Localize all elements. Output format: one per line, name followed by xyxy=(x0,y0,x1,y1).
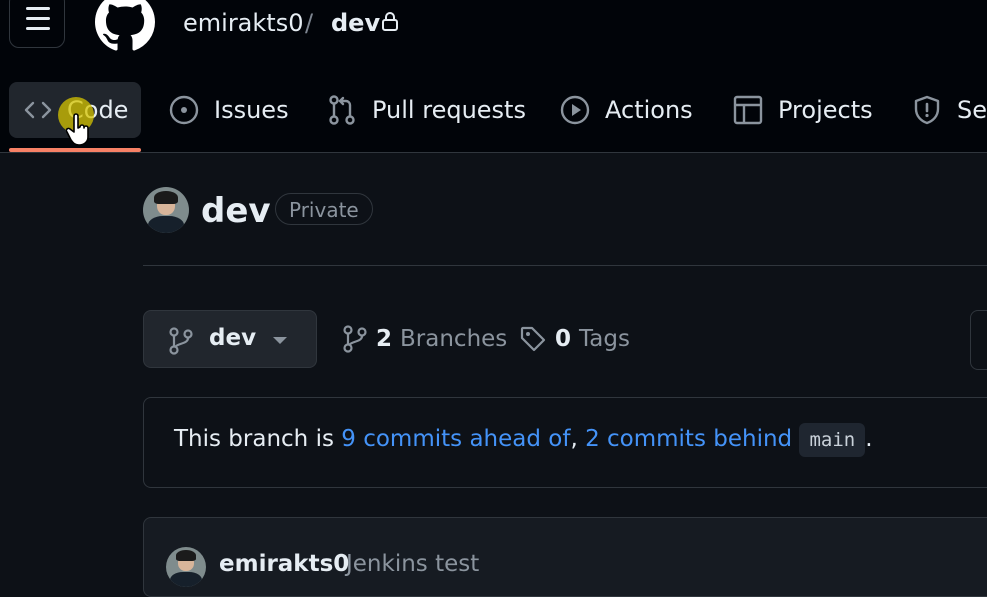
toolbar-button-partial[interactable] xyxy=(970,310,987,370)
branches-count: 2 xyxy=(376,326,393,352)
repo-header: emirakts0 / dev Code Issues Pull request… xyxy=(0,0,987,153)
commit-author[interactable]: emirakts0 xyxy=(219,551,349,577)
commits-ahead-link[interactable]: 9 commits ahead of xyxy=(341,426,570,452)
owner-avatar[interactable] xyxy=(143,187,189,233)
breadcrumb-owner[interactable]: emirakts0 xyxy=(183,8,303,38)
tags-count: 0 xyxy=(555,326,572,352)
breadcrumb-separator: / xyxy=(305,9,314,37)
tab-security[interactable]: Se xyxy=(911,82,987,138)
tab-issues[interactable]: Issues xyxy=(168,82,289,138)
play-icon xyxy=(560,95,590,125)
issue-opened-icon xyxy=(169,95,199,125)
hamburger-icon xyxy=(26,7,50,10)
tab-label: Projects xyxy=(778,96,873,124)
commit-author-avatar[interactable] xyxy=(166,547,206,587)
branch-selector-button[interactable]: dev xyxy=(143,310,317,368)
tab-projects[interactable]: Projects xyxy=(732,82,873,138)
branches-link[interactable]: 2 Branches xyxy=(342,325,507,353)
code-icon xyxy=(24,101,52,119)
tag-icon xyxy=(520,326,546,352)
branches-label: Branches xyxy=(400,326,508,352)
base-branch: main xyxy=(799,423,866,457)
github-logo-icon[interactable] xyxy=(95,0,155,52)
tab-label: Actions xyxy=(605,96,693,124)
hand-pointer-icon xyxy=(66,113,89,146)
table-icon xyxy=(733,95,763,125)
breadcrumb-repo[interactable]: dev xyxy=(331,8,380,38)
shield-icon xyxy=(914,95,940,125)
compare-text: This branch is 9 commits ahead of, 2 com… xyxy=(174,423,873,457)
git-branch-icon xyxy=(343,325,367,353)
git-branch-icon xyxy=(169,327,193,355)
commit-message[interactable]: Jenkins test xyxy=(346,551,479,577)
compare-comma: , xyxy=(570,426,578,452)
hamburger-icon-line xyxy=(26,27,50,30)
branch-compare-box: This branch is 9 commits ahead of, 2 com… xyxy=(143,397,987,488)
tags-link[interactable]: 0 Tags xyxy=(519,325,630,353)
commits-behind-link[interactable]: 2 commits behind xyxy=(585,426,792,452)
git-pull-request-icon xyxy=(329,95,355,125)
tab-label: Pull requests xyxy=(372,96,526,124)
menu-button[interactable] xyxy=(9,0,65,48)
divider xyxy=(143,265,987,266)
tab-label: Issues xyxy=(214,96,289,124)
compare-prefix: This branch is xyxy=(174,426,334,452)
active-tab-indicator xyxy=(9,148,141,152)
tab-actions[interactable]: Actions xyxy=(559,82,693,138)
branch-name: dev xyxy=(209,325,257,351)
compare-suffix: . xyxy=(865,426,873,452)
lock-icon xyxy=(382,12,398,31)
visibility-badge: Private xyxy=(275,193,373,225)
tab-label: Se xyxy=(957,96,987,124)
hamburger-icon-line xyxy=(26,17,50,20)
tags-label: Tags xyxy=(579,326,630,352)
tab-pull-requests[interactable]: Pull requests xyxy=(326,82,526,138)
chevron-down-icon xyxy=(273,337,287,344)
repo-title[interactable]: dev xyxy=(201,190,271,232)
